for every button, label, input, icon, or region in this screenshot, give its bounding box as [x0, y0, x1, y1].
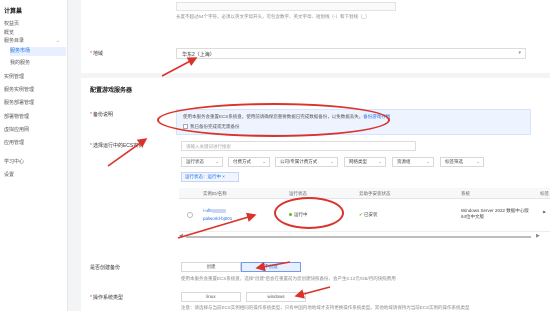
annotation-arrow-search — [107, 138, 148, 167]
annotation-arrow-os — [294, 286, 331, 299]
annotation-arrow-region — [161, 57, 198, 77]
annotation-arrows — [107, 57, 331, 299]
annotation-arrow-row — [177, 212, 257, 239]
annotation-arrow-backup — [255, 261, 291, 272]
